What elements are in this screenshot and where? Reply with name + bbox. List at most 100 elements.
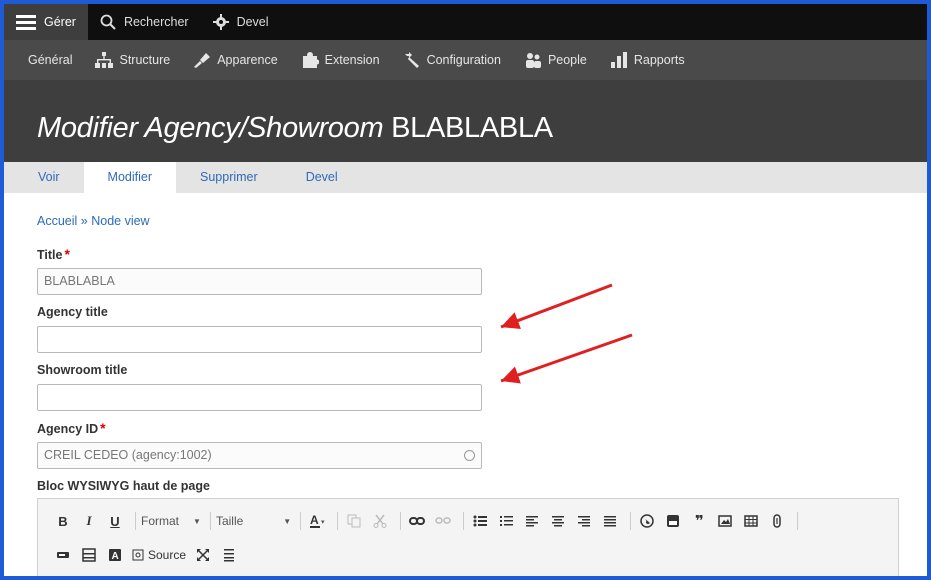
search-icon [100, 14, 116, 30]
maximize-icon[interactable] [192, 544, 214, 566]
toolbar-manage[interactable]: Gérer [4, 4, 88, 40]
format-dropdown-label: Format [141, 514, 180, 528]
svg-text:A: A [310, 513, 319, 527]
numbered-list-icon[interactable] [495, 510, 517, 532]
blockquote-icon[interactable]: ❞ [688, 510, 710, 532]
admin-tray: Général Structure Apparence Extension Co… [4, 40, 927, 80]
italic-button[interactable]: I [78, 510, 100, 532]
agency-title-label: Agency title [37, 305, 108, 319]
unlink-icon[interactable] [432, 510, 454, 532]
toolbar-separator [797, 512, 799, 530]
form-field-icon[interactable] [52, 544, 74, 566]
align-center-icon[interactable] [547, 510, 569, 532]
toolbar-search-label: Rechercher [123, 15, 189, 29]
structure-icon [95, 52, 114, 68]
agency-id-label-text: Agency ID [37, 422, 99, 436]
agency-id-autocomplete-input[interactable]: CREIL CEDEO (agency:1002) [37, 442, 482, 469]
agency-title-input[interactable] [37, 326, 482, 353]
show-blocks-icon[interactable] [218, 544, 240, 566]
toolbar-search[interactable]: Rechercher [88, 4, 201, 40]
annotation-arrow-showroom [500, 333, 633, 384]
puzzle-icon [301, 52, 319, 68]
hamburger-icon [16, 14, 36, 30]
breadcrumb-home-link[interactable]: Accueil [37, 214, 77, 228]
page-header: Modifier Agency/Showroom BLABLABLA [4, 80, 927, 162]
toolbar-manage-label: Gérer [44, 15, 76, 29]
tray-appearance[interactable]: Apparence [193, 52, 278, 68]
template-icon[interactable] [78, 544, 100, 566]
align-right-icon[interactable] [573, 510, 595, 532]
size-dropdown[interactable]: Taille ▼ [216, 510, 291, 532]
tray-general[interactable]: Général [28, 53, 72, 67]
required-marker: * [100, 420, 106, 436]
source-button[interactable]: Source [130, 544, 188, 566]
screenshot-frame: Gérer Rechercher Devel Général Structure [0, 0, 931, 580]
agency-id-label: Agency ID * [37, 420, 106, 436]
tray-structure[interactable]: Structure [95, 52, 170, 68]
title-label-text: Title [37, 248, 63, 262]
local-tasks-tabs: Voir Modifier Supprimer Devel [4, 162, 927, 193]
tray-extension[interactable]: Extension [301, 52, 380, 68]
editor-toolbar-row-2: A Source [52, 543, 244, 567]
autocomplete-throbber-icon [464, 450, 475, 461]
toolbar-separator [463, 512, 465, 530]
breadcrumb-current-link[interactable]: Node view [91, 214, 149, 228]
text-color-icon[interactable]: A ▾ [306, 510, 328, 532]
copy-icon[interactable] [343, 510, 365, 532]
tab-modifier[interactable]: Modifier [83, 162, 177, 193]
tab-voir[interactable]: Voir [14, 162, 84, 193]
bulleted-list-icon[interactable] [469, 510, 491, 532]
toolbar-devel[interactable]: Devel [201, 4, 281, 40]
bold-button[interactable]: B [52, 510, 74, 532]
page-title: Modifier Agency/Showroom BLABLABLA [37, 112, 553, 145]
breadcrumb-separator: » [80, 214, 88, 228]
tray-reports-label: Rapports [633, 53, 685, 67]
special-character-icon[interactable]: A [104, 544, 126, 566]
toolbar-separator [209, 512, 211, 530]
tab-devel[interactable]: Devel [282, 162, 362, 193]
globe-icon[interactable] [636, 510, 658, 532]
tray-configuration[interactable]: Configuration [403, 52, 501, 68]
showroom-title-input[interactable] [37, 384, 482, 411]
agency-id-value: CREIL CEDEO (agency:1002) [44, 448, 212, 462]
toolbar-separator [135, 512, 136, 530]
toolbar-devel-label: Devel [236, 15, 269, 29]
wysiwyg-label: Bloc WYSIWYG haut de page [37, 479, 210, 493]
svg-text:▾: ▾ [321, 519, 325, 526]
image-icon[interactable] [714, 510, 736, 532]
editor-toolbar-row-1: B I U Format ▼ Taille ▼ A ▾ ❞ [52, 509, 803, 533]
chevron-down-icon: ▼ [193, 516, 201, 526]
annotation-arrow-agency [500, 283, 613, 330]
youtube-icon[interactable] [662, 510, 684, 532]
align-left-icon[interactable] [521, 510, 543, 532]
attachment-icon[interactable] [766, 510, 788, 532]
underline-button[interactable]: U [104, 510, 126, 532]
wysiwyg-editor-toolbar: B I U Format ▼ Taille ▼ A ▾ ❞ A Source [37, 498, 899, 576]
cut-icon[interactable] [369, 510, 391, 532]
bar-chart-icon [610, 52, 628, 68]
tray-general-label: Général [28, 53, 73, 67]
tray-structure-label: Structure [119, 53, 171, 67]
justify-icon[interactable] [599, 510, 621, 532]
table-icon[interactable] [740, 510, 762, 532]
page-title-node: BLABLABLA [391, 112, 553, 144]
format-dropdown[interactable]: Format ▼ [141, 510, 201, 532]
tray-extension-label: Extension [324, 53, 380, 67]
required-marker: * [64, 246, 70, 262]
toolbar-separator [630, 512, 632, 530]
title-input[interactable]: BLABLABLA [37, 268, 482, 295]
showroom-title-label: Showroom title [37, 363, 128, 377]
gear-icon [212, 14, 229, 30]
tray-appearance-label: Apparence [217, 53, 278, 67]
size-dropdown-label: Taille [215, 514, 244, 528]
people-icon [524, 52, 542, 68]
breadcrumb: Accueil » Node view [37, 214, 150, 228]
tray-reports[interactable]: Rapports [610, 52, 685, 68]
tray-people-label: People [547, 53, 587, 67]
tray-people[interactable]: People [524, 52, 587, 68]
source-button-label: Source [148, 548, 187, 562]
tab-supprimer[interactable]: Supprimer [176, 162, 282, 193]
chevron-down-icon: ▼ [283, 516, 292, 526]
link-icon[interactable] [406, 510, 428, 532]
toolbar-separator [300, 512, 302, 530]
